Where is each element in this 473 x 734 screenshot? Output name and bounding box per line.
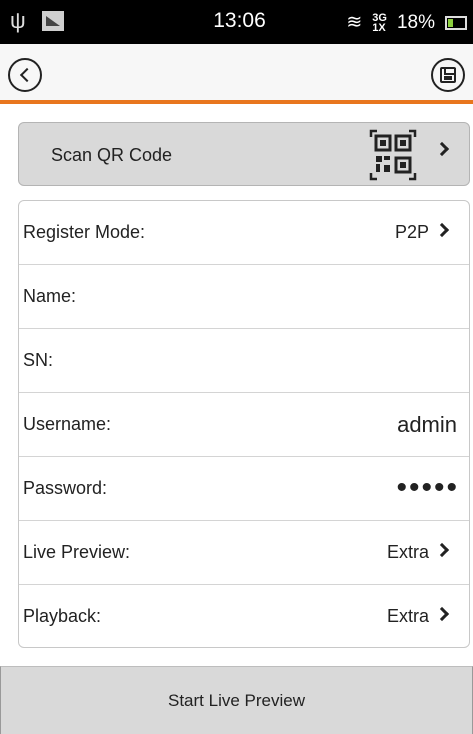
status-time-text: 13:06 <box>213 9 266 32</box>
username-field[interactable]: admin <box>397 412 457 438</box>
chevron-left-icon <box>19 67 35 83</box>
playback-value: Extra <box>386 606 429 626</box>
bottom-bar: Start Live Preview <box>0 666 473 734</box>
register-mode-row[interactable]: Register Mode: P2P <box>19 201 469 265</box>
playback-row[interactable]: Playback: Extra <box>19 585 469 647</box>
live-preview-label: Live Preview: <box>23 542 131 562</box>
device-form: Register Mode: P2P Name: SN: Username: a… <box>18 200 470 648</box>
back-button[interactable] <box>8 58 42 92</box>
password-row[interactable]: Password: ••••• <box>19 457 469 521</box>
sn-row[interactable]: SN: <box>19 329 469 393</box>
password-field[interactable]: ••••• <box>396 471 459 505</box>
register-mode-label: Register Mode: <box>23 222 146 242</box>
toolbar <box>0 44 473 104</box>
chevron-right-icon <box>434 222 450 238</box>
chevron-right-icon <box>434 606 450 622</box>
scan-qr-button[interactable]: Scan QR Code <box>18 122 470 186</box>
playback-label: Playback: <box>23 606 102 626</box>
save-button[interactable] <box>431 58 465 92</box>
floppy-save-icon <box>440 67 456 83</box>
register-mode-value: P2P <box>394 222 429 242</box>
live-preview-row[interactable]: Live Preview: Extra <box>19 521 469 585</box>
name-row[interactable]: Name: <box>19 265 469 329</box>
live-preview-chevron <box>434 542 450 558</box>
scan-chevron <box>434 141 450 157</box>
live-preview-value: Extra <box>386 542 429 562</box>
username-label: Username: <box>23 414 112 434</box>
status-right-icons: ≋ 3G 1X 18% <box>346 11 467 34</box>
register-mode-chevron <box>434 222 450 238</box>
wifi-icon: ≋ <box>346 12 363 33</box>
scan-qr-label: Scan QR Code <box>51 145 173 165</box>
start-live-preview-button[interactable]: Start Live Preview <box>1 667 472 734</box>
signal-icon: 3G 1X <box>372 11 387 34</box>
chevron-right-icon <box>434 542 450 558</box>
status-bar: ψ 13:06 ≋ 3G 1X 18% <box>0 0 473 44</box>
playback-chevron <box>434 606 450 622</box>
username-row[interactable]: Username: admin <box>19 393 469 457</box>
chevron-right-icon <box>434 141 450 157</box>
name-label: Name: <box>23 286 77 306</box>
battery-percent: 18% <box>396 11 435 33</box>
battery-icon <box>445 15 467 30</box>
qr-code-icon <box>369 129 417 181</box>
password-label: Password: <box>23 478 108 498</box>
sn-label: SN: <box>23 350 54 370</box>
